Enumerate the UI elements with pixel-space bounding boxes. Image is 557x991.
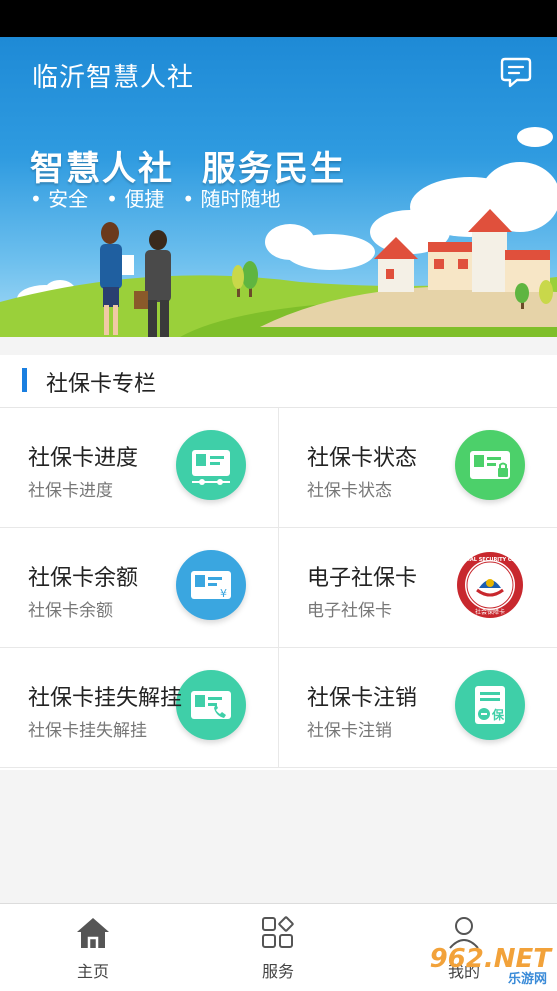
- electronic-card-tile[interactable]: 电子社保卡 电子社保卡 SOCIAL SECURITY CARD 社会保障卡: [278, 528, 557, 648]
- watermark-text: 乐游网: [507, 972, 547, 987]
- section-accent-bar: [22, 368, 27, 392]
- card-report-loss-tile[interactable]: 社保卡挂失解挂 社保卡挂失解挂: [0, 648, 278, 768]
- card-report-loss-icon: [176, 670, 246, 740]
- tab-services[interactable]: 服务: [238, 916, 318, 982]
- feature-convenient: 便捷: [106, 187, 164, 211]
- card-progress-icon: [176, 430, 246, 500]
- message-icon[interactable]: [499, 55, 533, 89]
- tile-subtitle: 社保卡进度: [28, 481, 113, 501]
- card-cancel-icon: 保: [455, 670, 525, 740]
- tile-title: 电子社保卡: [307, 566, 418, 591]
- card-balance-icon: ¥: [176, 550, 246, 620]
- banner-features: 安全便捷随时随地: [30, 183, 298, 212]
- feature-safe: 安全: [30, 187, 88, 211]
- tile-subtitle: 社保卡状态: [307, 481, 392, 501]
- card-balance-tile[interactable]: 社保卡余额 社保卡余额 ¥: [0, 528, 278, 648]
- tile-subtitle: 社保卡余额: [28, 601, 113, 621]
- home-icon: [77, 918, 109, 948]
- seal-bottom-text: 社会保障卡: [475, 608, 505, 616]
- section-header: 社保卡专栏: [0, 355, 557, 408]
- svg-text:保: 保: [491, 707, 505, 722]
- svg-text:¥: ¥: [220, 587, 227, 600]
- header-banner: 临沂智慧人社 智慧人社服务民生 安全便捷随时随地: [0, 37, 557, 337]
- feature-anytime: 随时随地: [182, 187, 280, 211]
- tile-title: 社保卡进度: [28, 446, 139, 471]
- services-grid-icon: [262, 916, 294, 948]
- card-progress-tile[interactable]: 社保卡进度 社保卡进度: [0, 408, 278, 528]
- tile-subtitle: 社保卡注销: [307, 721, 392, 741]
- social-security-card-seal-icon: SOCIAL SECURITY CARD 社会保障卡: [455, 550, 525, 620]
- tile-subtitle: 电子社保卡: [307, 601, 392, 621]
- tile-subtitle: 社保卡挂失解挂: [28, 721, 147, 741]
- status-bar: [0, 0, 557, 37]
- tile-title: 社保卡挂失解挂: [28, 686, 183, 711]
- section-title: 社保卡专栏: [46, 372, 157, 397]
- card-status-tile[interactable]: 社保卡状态 社保卡状态: [278, 408, 557, 528]
- tile-title: 社保卡注销: [307, 686, 418, 711]
- tab-label: 服务: [261, 962, 294, 981]
- seal-text: SOCIAL SECURITY CARD: [457, 557, 524, 563]
- bottom-tab-bar: 主页 服务 我的 962.NET 乐游网: [0, 903, 557, 991]
- tab-home[interactable]: 主页: [53, 916, 133, 982]
- card-status-icon: [455, 430, 525, 500]
- service-grid: 社保卡进度 社保卡进度 社保卡状态 社保卡状态 社保卡余额 社保卡余额 ¥ 电子…: [0, 408, 557, 770]
- tile-title: 社保卡余额: [28, 566, 139, 591]
- card-cancel-tile[interactable]: 社保卡注销 社保卡注销 保: [278, 648, 557, 768]
- app-title: 临沂智慧人社: [32, 63, 195, 93]
- tile-title: 社保卡状态: [307, 446, 418, 471]
- tab-label: 主页: [76, 962, 109, 981]
